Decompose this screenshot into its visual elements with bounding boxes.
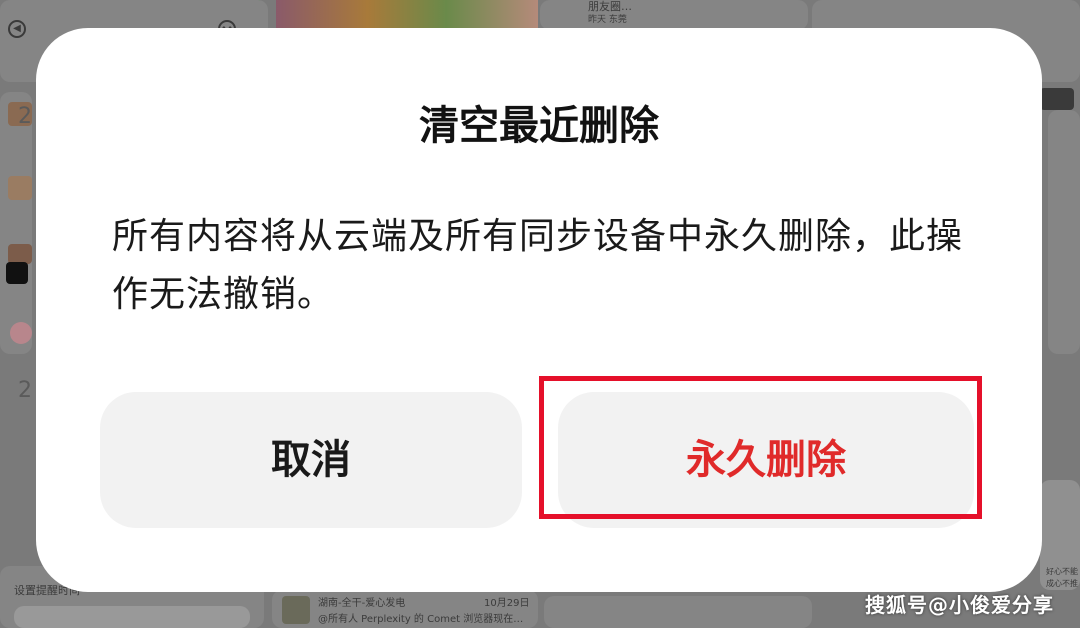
cancel-button[interactable]: 取消 [100, 392, 522, 528]
bg-card-right-strip [1048, 110, 1080, 354]
bg-side-text: 好心不能 [1046, 567, 1078, 576]
bg-thumb [8, 244, 32, 264]
dialog-message: 所有内容将从云端及所有同步设备中永久删除，此操作无法撤销。 [112, 216, 964, 315]
bg-feed-snippet: @所有人 Perplexity 的 Comet 浏览器现在… [318, 614, 524, 625]
bg-thumb [282, 596, 310, 624]
bg-feed-date: 10月29日 [484, 598, 530, 609]
bg-card-top-mid [540, 0, 808, 30]
bg-thumb [8, 176, 32, 200]
bg-dark-bar [1040, 88, 1074, 110]
bg-number: 2 [18, 104, 32, 129]
bg-side-text: 成心不推 [1046, 579, 1078, 588]
permanent-delete-button[interactable]: 永久删除 [558, 392, 974, 528]
dialog-title: 清空最近删除 [419, 103, 659, 149]
bg-feed-title: 湖南-全干-爱心发电 [318, 598, 406, 609]
tag-chip [6, 262, 28, 284]
bg-input [14, 606, 250, 628]
bg-number: 2 [18, 378, 32, 403]
confirm-dialog: 清空最近删除 所有内容将从云端及所有同步设备中永久删除，此操作无法撤销。 取消 … [36, 28, 1042, 592]
bg-top-meta: 昨天 东莞 [588, 15, 627, 25]
bg-card-bottom-right [544, 596, 812, 628]
voice-icon: ◀ [8, 20, 26, 38]
watermark: 搜狐号@小俊爱分享 [865, 593, 1054, 617]
bg-card-left-strip [0, 92, 32, 354]
photo-thumbnail [276, 0, 538, 28]
avatar [10, 322, 32, 344]
